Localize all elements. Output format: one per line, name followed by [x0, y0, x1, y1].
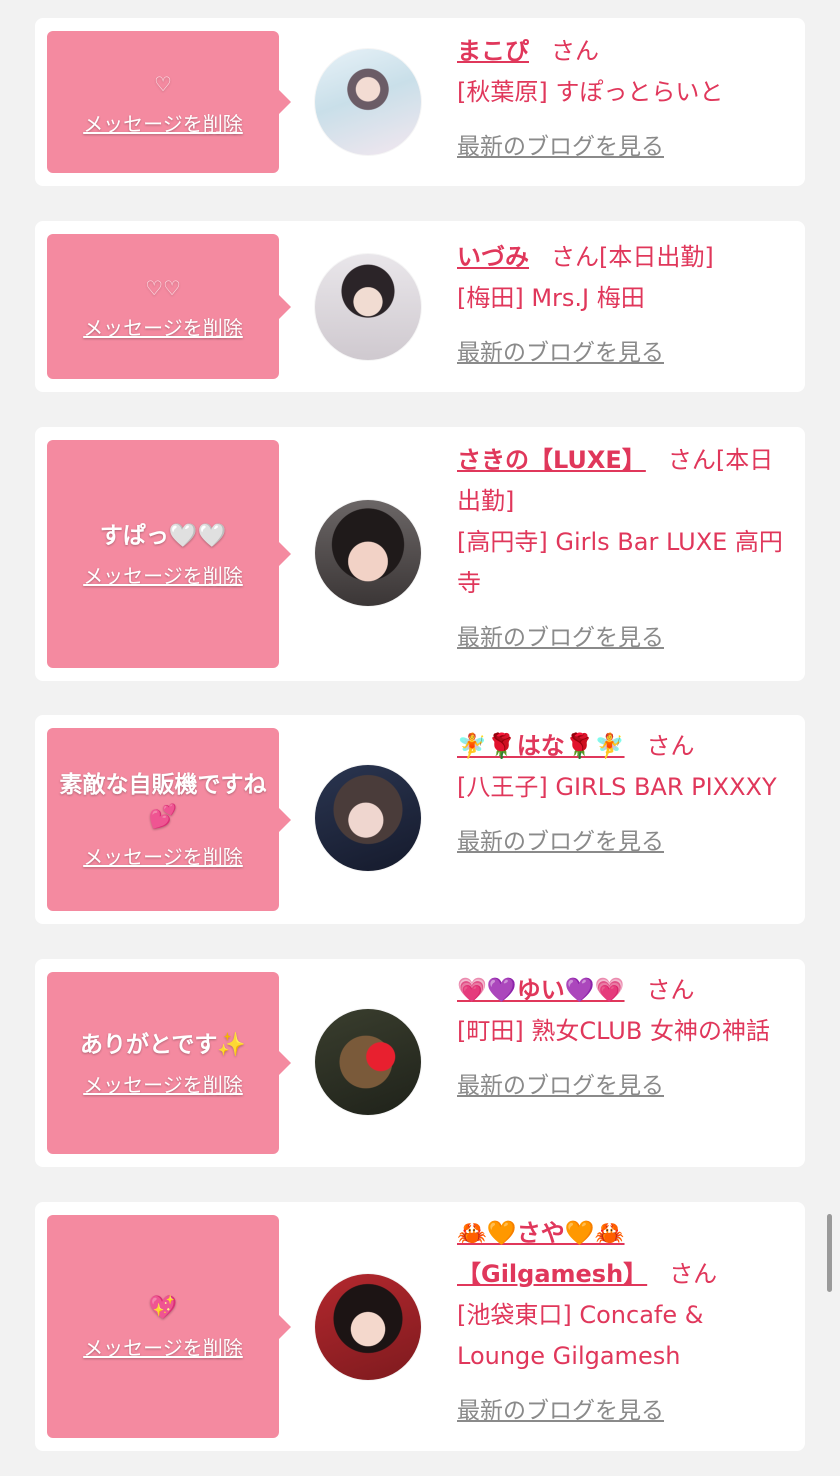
message-text: ♡♡	[145, 276, 181, 300]
delete-message-link[interactable]: メッセージを削除	[83, 560, 243, 589]
message-bubble: ♡♡ メッセージを削除	[47, 234, 291, 379]
latest-blog-link[interactable]: 最新のブログを見る	[457, 127, 664, 168]
shop-name: [八王子] GIRLS BAR PIXXXY	[457, 773, 777, 801]
delete-message-link[interactable]: メッセージを削除	[83, 841, 243, 870]
scrollbar[interactable]	[827, 1214, 832, 1292]
delete-message-link[interactable]: メッセージを削除	[83, 108, 243, 137]
honorific: さん	[669, 1260, 718, 1288]
cast-info: まこぴ さん [秋葉原] すぽっとらいと 最新のブログを見る	[457, 31, 792, 168]
shop-name: [秋葉原] すぽっとらいと	[457, 78, 724, 106]
cast-name-link[interactable]: まこぴ	[457, 37, 529, 65]
message-text: 素敵な自販機ですね💕	[59, 772, 267, 830]
latest-blog-link[interactable]: 最新のブログを見る	[457, 618, 664, 659]
honorific: さん	[646, 976, 695, 1004]
message-card: 💖 メッセージを削除 🦀🧡さや🧡🦀【Gilgamesh】 さん [池袋東口] Co…	[35, 1202, 805, 1451]
avatar-photo-6[interactable]	[315, 1274, 421, 1380]
message-bubble: 素敵な自販機ですね💕 メッセージを削除	[47, 728, 291, 911]
honorific: さん	[551, 37, 599, 65]
message-text: ♡	[154, 71, 172, 96]
delete-message-link[interactable]: メッセージを削除	[83, 1069, 243, 1098]
avatar-photo-3[interactable]	[315, 500, 421, 606]
delete-message-link[interactable]: メッセージを削除	[83, 312, 243, 341]
cast-info: 💗💜ゆい💜💗 さん [町田] 熟女CLUB 女神の神話 最新のブログを見る	[457, 970, 792, 1107]
cast-info: 🧚🌹はな🌹🧚 さん [八王子] GIRLS BAR PIXXXY 最新のブログを見…	[457, 726, 792, 863]
cast-name-link[interactable]: 🦀🧡さや🧡🦀【Gilgamesh】	[457, 1219, 647, 1288]
latest-blog-link[interactable]: 最新のブログを見る	[457, 1066, 664, 1107]
message-text: ありがとです✨	[80, 1031, 246, 1058]
message-card: ありがとです✨ メッセージを削除 💗💜ゆい💜💗 さん [町田] 熟女CLUB 女神…	[35, 959, 805, 1167]
message-card: 素敵な自販機ですね💕 メッセージを削除 🧚🌹はな🌹🧚 さん [八王子] GIRLS…	[35, 715, 805, 924]
latest-blog-link[interactable]: 最新のブログを見る	[457, 333, 664, 374]
shop-name: [高円寺] Girls Bar LUXE 高円寺	[457, 528, 783, 597]
cast-info: いづみ さん[本日出勤] [梅田] Mrs.J 梅田 最新のブログを見る	[457, 237, 792, 374]
message-text: すぱっ🤍🤍	[99, 522, 227, 549]
cast-name-link[interactable]: 🧚🌹はな🌹🧚	[457, 732, 625, 760]
message-bubble: ♡ メッセージを削除	[47, 31, 291, 173]
avatar-photo-5[interactable]	[315, 1009, 421, 1115]
avatar-photo-1[interactable]	[315, 49, 421, 155]
shop-name: [梅田] Mrs.J 梅田	[457, 284, 645, 312]
message-card: ♡♡ メッセージを削除 いづみ さん[本日出勤] [梅田] Mrs.J 梅田 最新…	[35, 221, 805, 392]
avatar-photo-4[interactable]	[315, 765, 421, 871]
avatar-photo-2[interactable]	[315, 254, 421, 360]
delete-message-link[interactable]: メッセージを削除	[83, 1332, 243, 1361]
cast-name-link[interactable]: いづみ	[457, 243, 529, 271]
honorific: さん[本日出勤]	[551, 243, 714, 271]
message-card: すぱっ🤍🤍 メッセージを削除 さきの【LUXE】 さん[本日出勤] [高円寺] G…	[35, 427, 805, 681]
cast-info: さきの【LUXE】 さん[本日出勤] [高円寺] Girls Bar LUXE 高…	[457, 440, 792, 659]
latest-blog-link[interactable]: 最新のブログを見る	[457, 822, 664, 863]
message-bubble: ありがとです✨ メッセージを削除	[47, 972, 291, 1154]
cast-name-link[interactable]: 💗💜ゆい💜💗	[457, 976, 625, 1004]
latest-blog-link[interactable]: 最新のブログを見る	[457, 1391, 664, 1432]
message-bubble: すぱっ🤍🤍 メッセージを削除	[47, 440, 291, 668]
cast-name-link[interactable]: さきの【LUXE】	[457, 446, 646, 474]
message-text: 💖	[148, 1295, 178, 1321]
honorific: さん	[646, 732, 695, 760]
message-card: ♡ メッセージを削除 まこぴ さん [秋葉原] すぽっとらいと 最新のブログを見る	[35, 18, 805, 186]
shop-name: [町田] 熟女CLUB 女神の神話	[457, 1017, 770, 1045]
cast-info: 🦀🧡さや🧡🦀【Gilgamesh】 さん [池袋東口] Concafe & Lou…	[457, 1213, 792, 1432]
shop-name: [池袋東口] Concafe & Lounge Gilgamesh	[457, 1301, 704, 1370]
message-bubble: 💖 メッセージを削除	[47, 1215, 291, 1438]
